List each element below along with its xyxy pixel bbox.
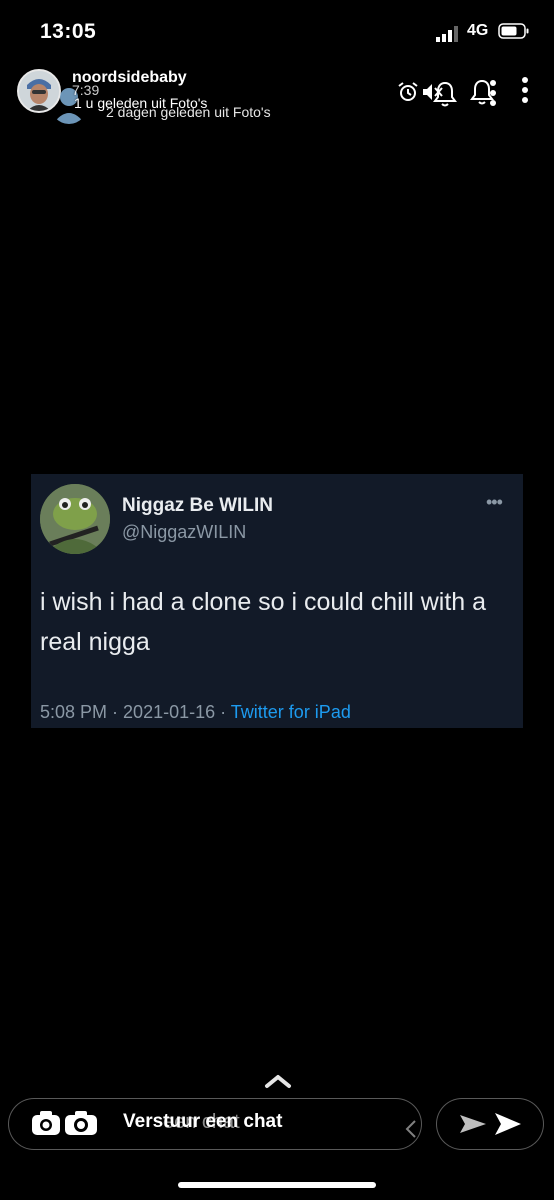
tweet-card: Niggaz Be WILIN @NiggazWILIN ••• i wish … xyxy=(31,474,523,728)
send-icon[interactable] xyxy=(458,1109,488,1139)
tweet-separator: · xyxy=(215,702,231,722)
send-pill[interactable] xyxy=(436,1098,544,1150)
more-vertical-icon[interactable] xyxy=(520,76,530,106)
status-time: 13:05 xyxy=(40,20,97,43)
bell-icon[interactable] xyxy=(432,80,458,108)
tweet-meta: 5:08 PM · 2021-01-16 · Twitter for iPad xyxy=(40,702,351,723)
frog-avatar-icon xyxy=(40,484,110,554)
camera-icon[interactable] xyxy=(64,1109,98,1137)
tweet-time: 5:08 PM xyxy=(40,702,108,722)
more-vertical-icon[interactable] xyxy=(488,78,498,112)
tweet-date: 2021-01-16 xyxy=(123,702,216,722)
story-username[interactable]: noordsidebaby xyxy=(72,69,187,87)
tweet-avatar xyxy=(40,484,110,554)
camera-icon[interactable] xyxy=(31,1109,61,1137)
tweet-separator: · xyxy=(107,702,124,722)
tweet-text: i wish i had a clone so i could chill wi… xyxy=(40,588,487,656)
story-subtitle: 1 u geleden uit Foto's xyxy=(74,95,208,111)
tweet-source: Twitter for iPad xyxy=(230,702,351,722)
send-icon[interactable] xyxy=(493,1109,523,1139)
chevron-up-icon[interactable] xyxy=(264,1072,292,1090)
home-indicator[interactable] xyxy=(178,1182,376,1188)
network-type: 4G xyxy=(467,22,489,39)
battery-icon xyxy=(498,23,529,39)
tweet-handle: @NiggazWILIN xyxy=(122,522,247,542)
signal-icon xyxy=(436,26,458,42)
chevron-left-icon xyxy=(405,1120,416,1138)
alarm-icon[interactable] xyxy=(396,80,420,104)
tweet-more-icon: ••• xyxy=(486,492,503,512)
tweet-display-name: Niggaz Be WILIN xyxy=(122,495,273,516)
chat-placeholder[interactable]: Verstuur een chat xyxy=(123,1111,282,1133)
